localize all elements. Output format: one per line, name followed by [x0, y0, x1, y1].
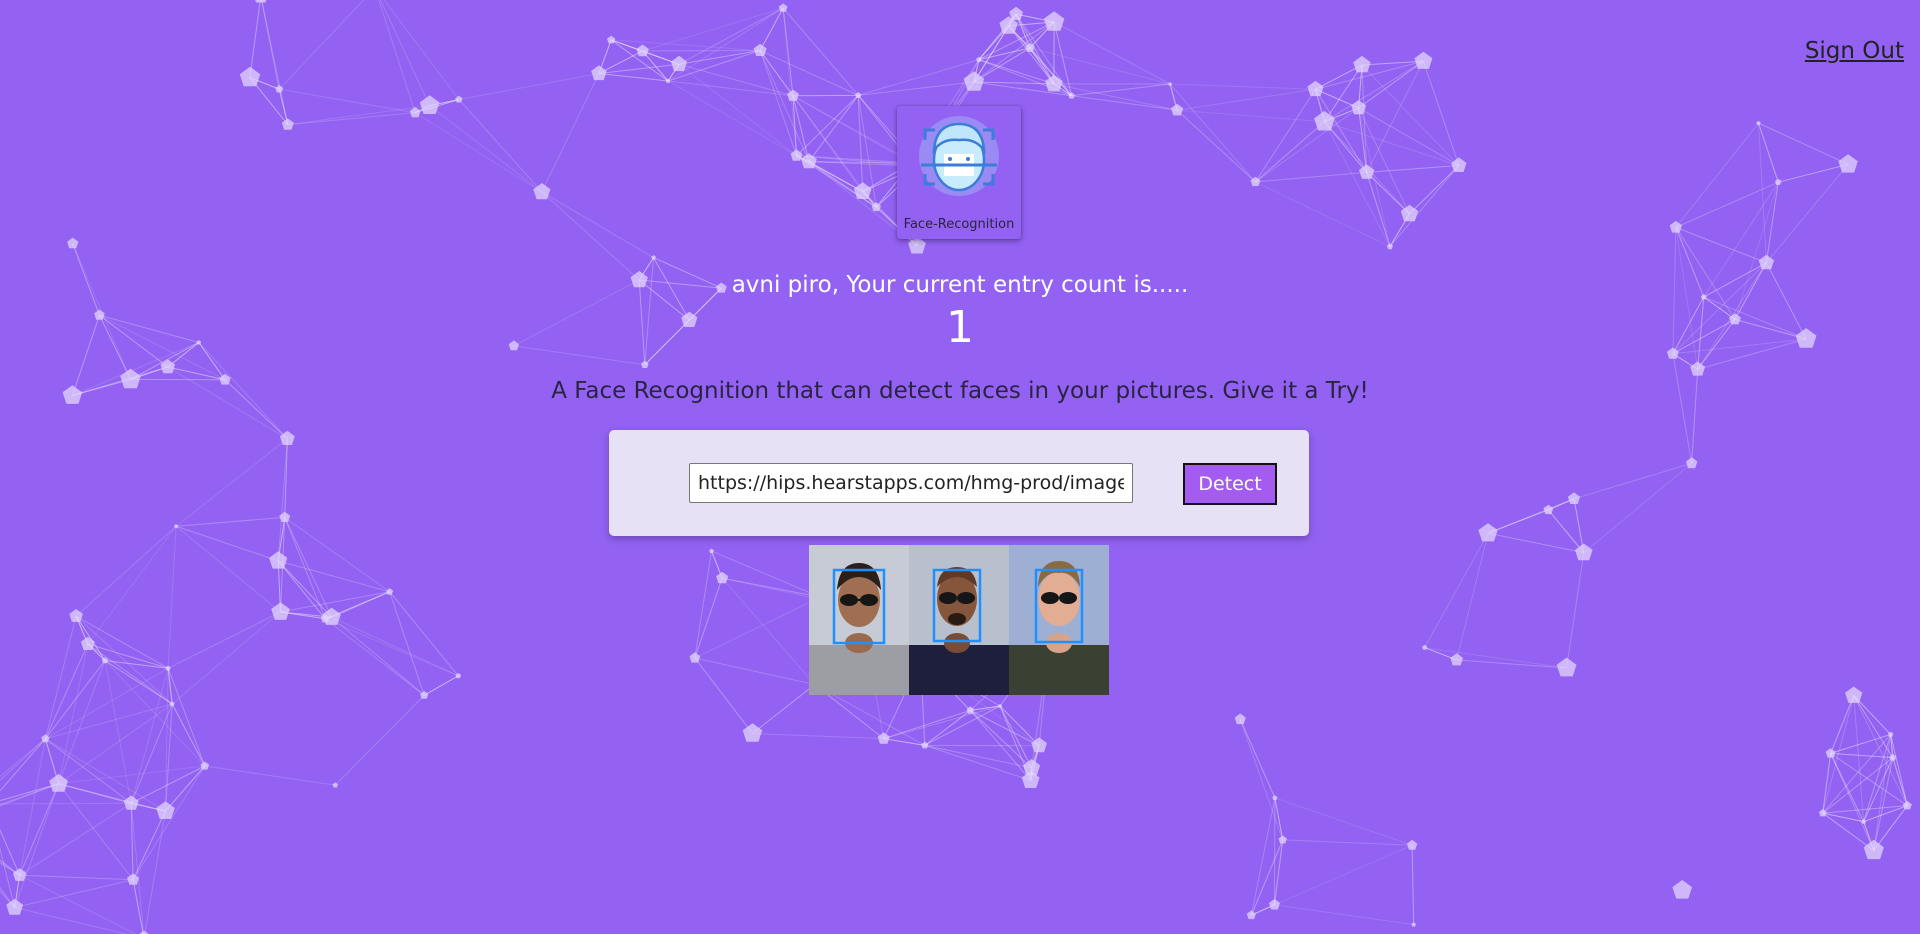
face-photo-2 [909, 545, 1009, 695]
image-url-form: Detect [609, 430, 1309, 536]
face-photo-1 [809, 545, 909, 695]
sign-out-link[interactable]: Sign Out [1805, 38, 1904, 64]
face-recognition-icon [919, 116, 999, 196]
entry-count-value: 1 [946, 302, 974, 353]
face-photo-3 [1009, 545, 1109, 695]
tagline: A Face Recognition that can detect faces… [551, 378, 1369, 404]
entry-count-greeting: avni piro, Your current entry count is..… [731, 272, 1189, 298]
detected-faces-image [809, 545, 1109, 695]
app-logo[interactable]: Face-Recognition [897, 106, 1021, 239]
logo-caption: Face-Recognition [903, 217, 1015, 232]
detect-button[interactable]: Detect [1183, 463, 1277, 505]
image-url-input[interactable] [689, 463, 1133, 503]
